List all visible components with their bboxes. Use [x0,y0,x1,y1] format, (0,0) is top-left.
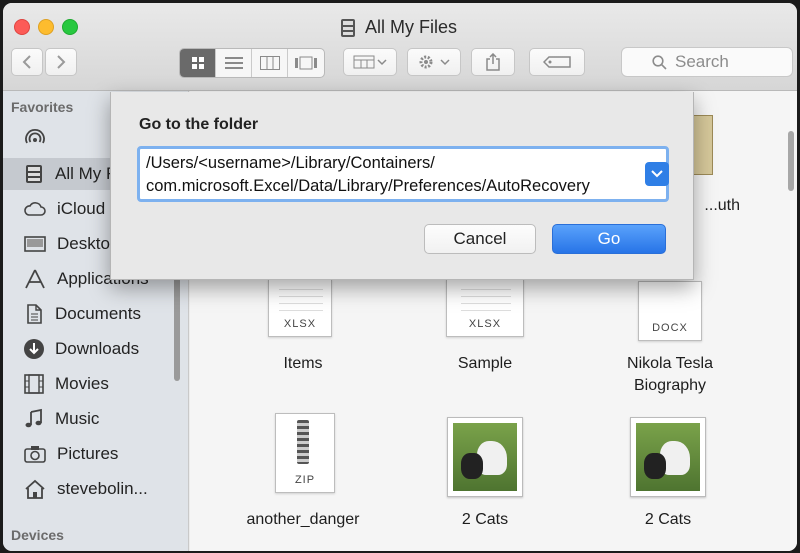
search-icon [652,54,667,70]
file-thumbnail [693,115,713,175]
sidebar-item-downloads[interactable]: Downloads [3,333,189,365]
search-placeholder: Search [675,52,729,71]
gallery-view-button[interactable] [288,49,324,77]
path-line-2: com.microsoft.Excel/Data/Library/Prefere… [146,177,590,195]
file-item[interactable]: DOCX Nikola Tesla Biography [600,271,740,401]
file-item[interactable]: 2 Cats [618,409,718,539]
view-mode-segmented-control [179,48,325,78]
go-button[interactable]: Go [552,224,666,254]
sidebar-item-label: Downloads [55,339,140,358]
file-extension: DOCX [652,322,688,334]
search-field[interactable]: Search [621,47,793,77]
cloud-icon [24,202,46,216]
tag-icon [543,56,571,68]
window-title-text: All My Files [365,17,458,37]
sidebar-item-label: stevebolin... [57,479,148,498]
file-item[interactable]: 2 Cats [435,409,535,539]
cover-flow-icon [295,56,317,70]
documents-icon [27,304,42,324]
zip-archive-icon: ZIP [275,413,335,493]
file-item[interactable]: XLSX Sample [430,271,540,381]
file-name: Sample [457,355,513,372]
tags-button[interactable] [529,48,585,76]
music-icon [25,408,42,428]
file-extension: XLSX [283,318,317,330]
sidebar-item-movies[interactable]: Movies [3,368,189,400]
dialog-title: Go to the folder [139,116,259,133]
share-icon [486,53,500,71]
close-window-button[interactable] [14,19,30,35]
downloads-icon [24,339,44,359]
file-extension: ZIP [294,474,316,486]
icon-view-button[interactable] [180,49,216,77]
favorites-heading: Favorites [11,99,74,115]
minimize-window-button[interactable] [38,19,54,35]
columns-icon [259,56,280,70]
file-name: Items [283,355,323,372]
spreadsheet-icon: XLSX [268,279,332,337]
airdrop-icon [25,129,45,144]
sidebar-item-documents[interactable]: Documents [3,298,189,330]
grid-icon [191,57,204,69]
chevron-down-icon [651,170,663,178]
zoom-window-button[interactable] [62,19,78,35]
camera-icon [24,446,46,463]
content-scrollbar[interactable] [788,131,794,191]
chevron-left-icon [22,55,31,69]
list-view-button[interactable] [216,49,252,77]
spreadsheet-icon: XLSX [446,279,524,337]
home-icon [25,479,45,499]
list-icon [224,57,243,69]
finder-window: All My Files Search Favorites All My Fil… [3,3,797,551]
file-name: 2 Cats [644,511,692,528]
file-extension: XLSX [468,318,502,330]
sidebar-item-label: Movies [55,374,109,393]
path-line-1: /Users/<username>/Library/Containers/ [146,154,435,172]
sidebar-item-music[interactable]: Music [3,403,189,435]
applications-icon [25,269,45,289]
column-view-button[interactable] [252,49,288,77]
arrange-icon [353,55,387,69]
sidebar-item-label: Music [55,409,100,428]
share-button[interactable] [471,48,515,76]
folder-path-input[interactable]: /Users/<username>/Library/Containers/ co… [137,146,669,202]
gear-icon [419,55,450,69]
sidebar-item-label: Pictures [57,444,119,463]
go-to-folder-dialog: Go to the folder /Users/<username>/Libra… [110,92,694,280]
file-name: Nikola Tesla Biography [627,355,713,394]
arrange-button[interactable] [343,48,397,76]
chevron-right-icon [57,55,66,69]
window-title: All My Files [339,17,457,38]
devices-heading: Devices [11,527,64,543]
movies-icon [24,374,44,394]
sidebar-item-pictures[interactable]: Pictures [3,438,189,470]
sidebar-item-home[interactable]: stevebolin... [3,473,189,505]
file-item[interactable]: ZIP another_danger [238,409,368,539]
file-name: another_danger [246,511,360,528]
toolbar: All My Files Search [3,3,797,91]
file-item[interactable]: XLSX Items [250,271,356,381]
all-files-icon [26,165,42,183]
sidebar-scrollbar[interactable] [174,271,180,381]
action-button[interactable] [407,48,461,76]
image-thumbnail [630,417,706,497]
all-files-icon [341,18,355,37]
cancel-button[interactable]: Cancel [424,224,536,254]
image-thumbnail [447,417,523,497]
path-history-dropdown[interactable] [645,162,669,186]
document-icon: DOCX [638,281,702,341]
back-button[interactable] [11,48,43,76]
file-name: 2 Cats [461,511,509,528]
forward-button[interactable] [45,48,77,76]
sidebar-item-label: Documents [55,304,141,323]
desktop-icon [24,236,46,252]
